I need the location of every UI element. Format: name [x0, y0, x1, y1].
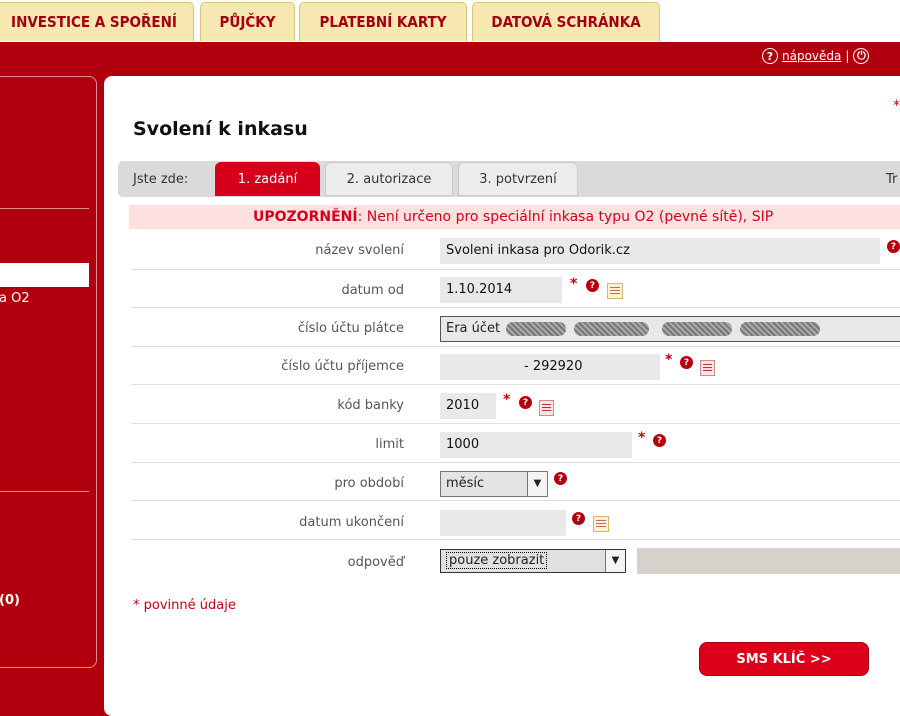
sidebar-divider	[0, 208, 89, 209]
step-potvrzeni: 3. potvrzení	[458, 162, 578, 196]
warning-text: : Není určeno pro speciální inkasa typu …	[357, 209, 774, 225]
tab-datova-schranka[interactable]: DATOVÁ SCHRÁNKA	[472, 2, 660, 41]
help-icon[interactable]: ?	[887, 240, 900, 253]
logout-icon[interactable]: ⏻	[853, 48, 870, 64]
sidebar-count[interactable]: (0)	[0, 593, 20, 608]
required-star: *	[638, 430, 646, 446]
ucet-prijemce-prefix-input[interactable]	[440, 354, 516, 380]
required-marker: *	[893, 98, 900, 114]
label-ucet-prijemce: číslo účtu příjemce	[281, 359, 404, 374]
required-star: *	[133, 598, 140, 613]
redacted-mark	[661, 321, 732, 336]
help-icon[interactable]: ?	[572, 512, 585, 525]
help-bar: ? nápověda | ⏻	[762, 48, 870, 64]
warning-prefix: UPOZORNĚNÍ	[253, 209, 358, 225]
tab-pujcky[interactable]: PŮJČKY	[200, 2, 295, 41]
help-icon[interactable]: ?	[554, 472, 567, 485]
required-star: *	[665, 352, 673, 368]
obdobi-value: měsíc	[446, 476, 485, 491]
sidebar: a O2 (0)	[0, 76, 97, 668]
ucet-prijemce-value: 292920	[532, 359, 583, 374]
chevron-down-icon[interactable]: ▼	[605, 550, 625, 572]
step-zadani: 1. zadání	[215, 162, 320, 196]
label-nazev-svoleni: název svolení	[315, 243, 404, 258]
list-icon[interactable]	[539, 400, 554, 416]
required-star: *	[503, 392, 511, 408]
odpoved-detail-field[interactable]	[637, 548, 900, 574]
help-link[interactable]: nápověda	[782, 49, 841, 63]
page-title: Svolení k inkasu	[133, 118, 308, 140]
chevron-down-icon[interactable]: ▼	[527, 472, 547, 496]
datum-od-input[interactable]: 1.10.2014	[440, 277, 562, 303]
label-kod-banky: kód banky	[337, 398, 404, 413]
required-legend-text: povinné údaje	[143, 598, 236, 613]
sidebar-selected-item[interactable]	[0, 263, 89, 287]
sms-key-button[interactable]: SMS KLÍČ >>	[699, 642, 869, 676]
label-datum-od: datum od	[341, 283, 404, 298]
obdobi-select[interactable]: měsíc ▼	[440, 471, 548, 497]
label-datum-ukonceni: datum ukončení	[299, 515, 404, 530]
tab-investice[interactable]: INVESTICE A SPOŘENÍ	[0, 2, 194, 41]
sidebar-divider	[0, 491, 89, 492]
odpoved-select[interactable]: pouze zobrazit ▼	[440, 549, 626, 573]
ucet-platce-select[interactable]: Era účet	[440, 316, 900, 342]
odpoved-value: pouze zobrazit	[446, 552, 548, 569]
kod-banky-input[interactable]: 2010	[440, 393, 496, 419]
limit-input[interactable]: 1000	[440, 432, 632, 458]
help-icon[interactable]: ?	[680, 356, 693, 369]
datum-ukonceni-input[interactable]	[440, 510, 566, 536]
required-legend: * povinné údaje	[133, 598, 236, 613]
breadcrumb-right-text: Tr	[886, 172, 898, 187]
label-pro-obdobi: pro období	[334, 476, 404, 491]
help-icon[interactable]: ?	[653, 434, 666, 447]
label-ucet-platce: číslo účtu plátce	[297, 321, 404, 336]
calendar-icon[interactable]	[593, 516, 609, 532]
calendar-icon[interactable]	[607, 283, 623, 299]
help-icon[interactable]: ?	[586, 279, 599, 292]
redacted-mark	[574, 321, 650, 336]
ucet-prijemce-input[interactable]: - 292920	[516, 354, 660, 380]
warning-banner: UPOZORNĚNÍ: Není určeno pro speciální in…	[129, 205, 900, 229]
redacted-mark	[739, 321, 820, 336]
top-navigation: INVESTICE A SPOŘENÍ PŮJČKY PLATEBNÍ KART…	[0, 0, 900, 42]
help-icon[interactable]: ?	[762, 48, 778, 64]
tab-platebni-karty[interactable]: PLATEBNÍ KARTY	[299, 2, 467, 41]
step-autorizace: 2. autorizace	[325, 162, 453, 196]
breadcrumb-label: Jste zde:	[133, 172, 189, 187]
account-separator: -	[524, 359, 529, 374]
help-separator: |	[845, 49, 850, 63]
label-limit: limit	[375, 437, 404, 452]
help-icon[interactable]: ?	[519, 396, 532, 409]
nazev-svoleni-input[interactable]: Svoleni inkasa pro Odorik.cz	[440, 238, 880, 264]
required-star: *	[570, 276, 578, 292]
sidebar-item-label[interactable]: a O2	[0, 291, 30, 306]
list-icon[interactable]	[700, 360, 715, 376]
ucet-platce-value: Era účet	[446, 321, 501, 336]
redacted-mark	[506, 321, 567, 336]
label-odpoved: odpověď	[347, 555, 404, 570]
